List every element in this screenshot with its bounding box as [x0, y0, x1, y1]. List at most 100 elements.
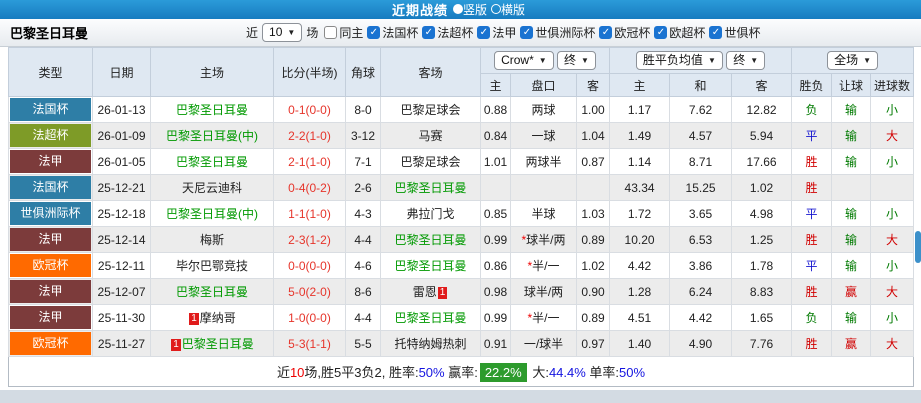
- bookmaker-time-value: 终: [564, 53, 576, 68]
- league-badge: 法国杯: [10, 98, 91, 121]
- handicap-result-cell: 输: [832, 253, 871, 279]
- checkbox-checked-icon[interactable]: ✓: [709, 26, 722, 39]
- odds-away-cell: 0.87: [577, 149, 610, 175]
- titlebar-title: 近期战绩: [392, 0, 448, 19]
- recent-matches-table: 类型 日期 主场 比分(半场) 角球 客场 Crow* ▼ 终 ▼ 胜平负均值 …: [8, 47, 914, 387]
- avg-draw-cell: 8.71: [670, 149, 732, 175]
- handicap-name: 半/一: [532, 311, 559, 325]
- home-team-name: 梅斯: [200, 233, 224, 247]
- corner-cell: 4-4: [346, 227, 381, 253]
- filter-bar: 巴黎圣日耳曼 近 10 ▼ 场 同主✓法国杯✓法超杯✓法甲✓世俱洲际杯✓欧冠杯✓…: [0, 19, 921, 47]
- match-row: 法甲 25-12-14 梅斯 2-3(1-2) 4-4 巴黎圣日耳曼 0.99 …: [9, 227, 914, 253]
- fulltime-score: 1-1: [288, 207, 305, 221]
- home-team-name: 巴黎圣日耳曼(中): [166, 207, 258, 221]
- filter-欧冠杯[interactable]: ✓欧冠杯: [599, 24, 650, 41]
- filter-法国杯[interactable]: ✓法国杯: [367, 24, 418, 41]
- scope-select[interactable]: 全场 ▼: [827, 51, 878, 70]
- average-time-select[interactable]: 终 ▼: [726, 51, 765, 70]
- odds-home-cell: 0.88: [481, 97, 511, 123]
- checkbox-checked-icon[interactable]: ✓: [477, 26, 490, 39]
- team-title: 巴黎圣日耳曼: [10, 23, 88, 42]
- halftime-score: (0-0): [306, 259, 331, 273]
- stat-segment: 44.4%: [549, 365, 586, 380]
- handicap-name: 一/球半: [524, 337, 563, 351]
- date-cell: 25-11-27: [93, 331, 151, 357]
- corner-cell: 5-5: [346, 331, 381, 357]
- col-header-handicap: 盘口: [511, 74, 577, 97]
- handicap-result-cell: 输: [832, 149, 871, 175]
- match-row: 世俱洲际杯 25-12-18 巴黎圣日耳曼(中) 1-1(1-0) 4-3 弗拉…: [9, 201, 914, 227]
- home-cell: 巴黎圣日耳曼: [151, 279, 274, 305]
- checkbox-checked-icon[interactable]: ✓: [520, 26, 533, 39]
- filter-法甲[interactable]: ✓法甲: [477, 24, 516, 41]
- odds-home-cell: 0.85: [481, 201, 511, 227]
- home-cell: 巴黎圣日耳曼(中): [151, 201, 274, 227]
- away-cell: 雷恩1: [381, 279, 481, 305]
- goals-result-cell: 小: [871, 149, 914, 175]
- odds-home-cell: [481, 175, 511, 201]
- league-badge: 法甲: [10, 228, 91, 251]
- halftime-score: (1-0): [306, 207, 331, 221]
- fulltime-score: 5-0: [288, 285, 305, 299]
- match-row: 欧冠杯 25-11-27 1巴黎圣日耳曼 5-3(1-1) 5-5 托特纳姆热刺…: [9, 331, 914, 357]
- avg-draw-cell: 6.24: [670, 279, 732, 305]
- fulltime-score: 0-4: [288, 181, 305, 195]
- avg-draw-cell: 4.57: [670, 123, 732, 149]
- filter-label: 世俱洲际杯: [535, 24, 595, 41]
- recent-label: 近: [246, 24, 258, 41]
- fulltime-score: 2-2: [288, 129, 305, 143]
- average-time-value: 终: [733, 53, 745, 68]
- goals-result-cell: 小: [871, 201, 914, 227]
- col-header-date: 日期: [93, 48, 151, 97]
- avg-draw-cell: 7.62: [670, 97, 732, 123]
- odds-home-cell: 0.99: [481, 227, 511, 253]
- filter-法超杯[interactable]: ✓法超杯: [422, 24, 473, 41]
- scrollbar-thumb[interactable]: [915, 231, 921, 263]
- score-cell: 2-1(1-0): [274, 149, 346, 175]
- halftime-score: (1-2): [306, 233, 331, 247]
- checkbox-checked-icon[interactable]: ✓: [422, 26, 435, 39]
- home-cell: 1摩纳哥: [151, 305, 274, 331]
- filter-同主[interactable]: 同主: [324, 24, 363, 41]
- goals-result-cell: 小: [871, 305, 914, 331]
- col-header-goals: 进球数: [871, 74, 914, 97]
- result-cell: 平: [792, 253, 832, 279]
- fulltime-score: 2-3: [288, 233, 305, 247]
- corner-cell: 4-6: [346, 253, 381, 279]
- fulltime-score: 5-3: [288, 337, 305, 351]
- avg-lose-cell: 5.94: [732, 123, 792, 149]
- league-cell: 法甲: [9, 305, 93, 331]
- handicap-cell: 两球半: [511, 149, 577, 175]
- bookmaker-time-select[interactable]: 终 ▼: [557, 51, 596, 70]
- match-count-select[interactable]: 10 ▼: [262, 23, 302, 42]
- stat-segment: 近: [277, 365, 290, 380]
- checkbox-unchecked-icon[interactable]: [324, 26, 337, 39]
- filter-世俱洲际杯[interactable]: ✓世俱洲际杯: [520, 24, 595, 41]
- away-cell: 弗拉门戈: [381, 201, 481, 227]
- fulltime-score: 1-0: [288, 311, 305, 325]
- layout-radio-1[interactable]: [491, 4, 501, 14]
- average-odds-select[interactable]: 胜平负均值 ▼: [636, 51, 723, 70]
- checkbox-checked-icon[interactable]: ✓: [599, 26, 612, 39]
- away-cell: 巴黎圣日耳曼: [381, 253, 481, 279]
- handicap-cell: 半球: [511, 201, 577, 227]
- fulltime-score: 2-1: [288, 155, 305, 169]
- handicap-name: 一球: [531, 129, 555, 143]
- league-cell: 法国杯: [9, 175, 93, 201]
- filter-欧超杯[interactable]: ✓欧超杯: [654, 24, 705, 41]
- bookmaker-select[interactable]: Crow* ▼: [494, 51, 554, 70]
- average-odds-group-header: 胜平负均值 ▼ 终 ▼: [610, 48, 792, 74]
- avg-lose-cell: 8.83: [732, 279, 792, 305]
- stat-segment: 场,胜5平3负2, 胜率:: [304, 365, 418, 380]
- checkbox-checked-icon[interactable]: ✓: [367, 26, 380, 39]
- col-header-avg-draw: 和: [670, 74, 732, 97]
- league-badge: 法国杯: [10, 176, 91, 199]
- col-header-away: 客场: [381, 48, 481, 97]
- handicap-result-cell: [832, 175, 871, 201]
- filter-世俱杯[interactable]: ✓世俱杯: [709, 24, 760, 41]
- home-team-name: 巴黎圣日耳曼: [176, 103, 248, 117]
- score-cell: 5-3(1-1): [274, 331, 346, 357]
- league-badge: 欧冠杯: [10, 332, 91, 355]
- checkbox-checked-icon[interactable]: ✓: [654, 26, 667, 39]
- layout-radio-0[interactable]: [453, 4, 463, 14]
